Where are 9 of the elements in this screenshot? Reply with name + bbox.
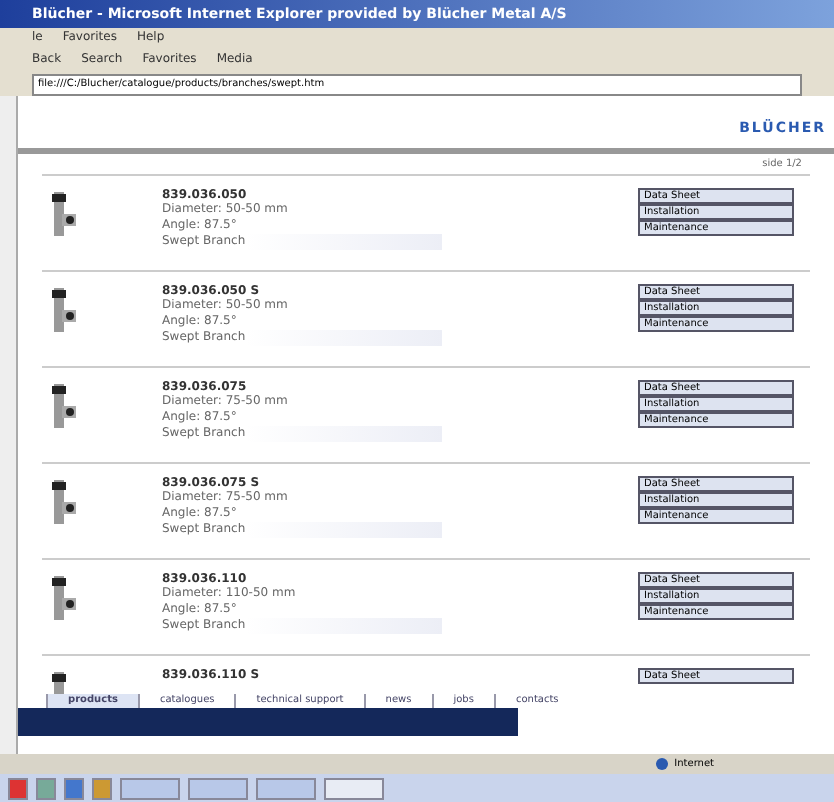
taskbar-button[interactable] <box>324 777 384 799</box>
taskbar-button[interactable] <box>36 777 56 799</box>
taskbar-button[interactable] <box>92 777 112 799</box>
globe-icon <box>656 758 669 770</box>
taskbar-button[interactable] <box>188 777 248 799</box>
taskbar-button[interactable] <box>120 777 180 799</box>
taskbar-button[interactable] <box>256 777 316 799</box>
taskbar-button[interactable] <box>64 777 84 799</box>
taskbar-button[interactable] <box>8 777 28 799</box>
